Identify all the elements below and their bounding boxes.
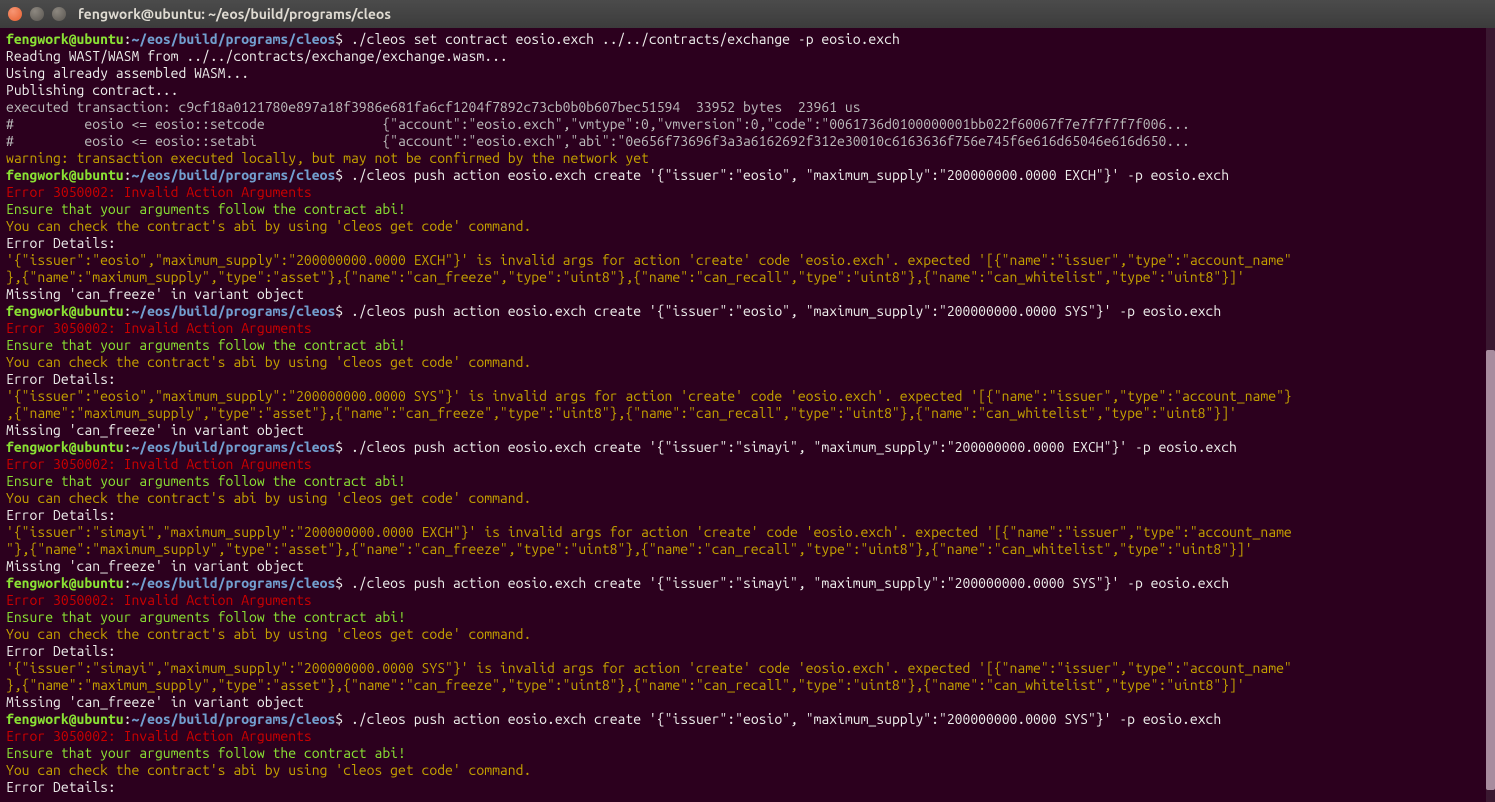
prompt-path: ~/eos/build/programs/cleos — [131, 31, 335, 47]
error-detail: Missing 'can_freeze' in variant object — [6, 286, 1489, 303]
command-4: ./cleos push action eosio.exch create '{… — [351, 439, 1237, 455]
prompt-user: fengwork@ubuntu — [6, 439, 124, 455]
prompt-dollar: $ — [335, 711, 351, 727]
hint-line: You can check the contract's abi by usin… — [6, 354, 1489, 371]
hint-line: Ensure that your arguments follow the co… — [6, 337, 1489, 354]
hint-line: Ensure that your arguments follow the co… — [6, 745, 1489, 762]
error-detail: ,{"name":"maximum_supply","type":"asset"… — [6, 405, 1489, 422]
error-details-heading: Error Details: — [6, 779, 1489, 796]
error-details-heading: Error Details: — [6, 235, 1489, 252]
prompt-user: fengwork@ubuntu — [6, 167, 124, 183]
window-title: fengwork@ubuntu: ~/eos/build/programs/cl… — [78, 6, 391, 23]
command-2: ./cleos push action eosio.exch create '{… — [351, 167, 1229, 183]
error-detail: '{"issuer":"simayi","maximum_supply":"20… — [6, 524, 1489, 541]
prompt-dollar: $ — [335, 167, 351, 183]
warning-line: warning: transaction executed locally, b… — [6, 150, 1489, 167]
prompt-user: fengwork@ubuntu — [6, 303, 124, 319]
prompt-user: fengwork@ubuntu — [6, 711, 124, 727]
command-5: ./cleos push action eosio.exch create '{… — [351, 575, 1229, 591]
hint-line: Ensure that your arguments follow the co… — [6, 609, 1489, 626]
error-details-heading: Error Details: — [6, 507, 1489, 524]
output-line: Reading WAST/WASM from ../../contracts/e… — [6, 48, 1489, 65]
error-detail: '{"issuer":"eosio","maximum_supply":"200… — [6, 252, 1489, 269]
hint-line: Ensure that your arguments follow the co… — [6, 473, 1489, 490]
command-3: ./cleos push action eosio.exch create '{… — [351, 303, 1221, 319]
prompt-dollar: $ — [335, 303, 351, 319]
error-line: Error 3050002: Invalid Action Arguments — [6, 456, 1489, 473]
window-titlebar: fengwork@ubuntu: ~/eos/build/programs/cl… — [0, 0, 1495, 28]
scrollbar-thumb[interactable] — [1486, 350, 1495, 790]
error-detail: Missing 'can_freeze' in variant object — [6, 558, 1489, 575]
minimize-icon[interactable] — [30, 7, 44, 21]
prompt-path: ~/eos/build/programs/cleos — [131, 439, 335, 455]
error-details-heading: Error Details: — [6, 643, 1489, 660]
prompt-dollar: $ — [335, 31, 351, 47]
prompt-path: ~/eos/build/programs/cleos — [131, 711, 335, 727]
error-line: Error 3050002: Invalid Action Arguments — [6, 184, 1489, 201]
prompt-path: ~/eos/build/programs/cleos — [131, 167, 335, 183]
error-line: Error 3050002: Invalid Action Arguments — [6, 728, 1489, 745]
prompt-dollar: $ — [335, 439, 351, 455]
output-line: # eosio <= eosio::setcode {"account":"eo… — [6, 116, 1489, 133]
output-line: executed transaction: c9cf18a0121780e897… — [6, 99, 1489, 116]
error-detail: },{"name":"maximum_supply","type":"asset… — [6, 677, 1489, 694]
output-line: Using already assembled WASM... — [6, 65, 1489, 82]
hint-line: You can check the contract's abi by usin… — [6, 626, 1489, 643]
hint-line: You can check the contract's abi by usin… — [6, 762, 1489, 779]
error-detail: },{"name":"maximum_supply","type":"asset… — [6, 269, 1489, 286]
error-detail: '{"issuer":"simayi","maximum_supply":"20… — [6, 660, 1489, 677]
command-6: ./cleos push action eosio.exch create '{… — [351, 711, 1221, 727]
hint-line: You can check the contract's abi by usin… — [6, 218, 1489, 235]
output-line: Publishing contract... — [6, 82, 1489, 99]
error-line: Error 3050002: Invalid Action Arguments — [6, 320, 1489, 337]
output-line: # eosio <= eosio::setabi {"account":"eos… — [6, 133, 1489, 150]
error-detail: Missing 'can_freeze' in variant object — [6, 422, 1489, 439]
maximize-icon[interactable] — [52, 7, 66, 21]
hint-line: Ensure that your arguments follow the co… — [6, 201, 1489, 218]
prompt-path: ~/eos/build/programs/cleos — [131, 303, 335, 319]
scrollbar-track[interactable] — [1486, 28, 1495, 802]
error-details-heading: Error Details: — [6, 371, 1489, 388]
close-icon[interactable] — [8, 7, 22, 21]
prompt-user: fengwork@ubuntu — [6, 575, 124, 591]
prompt-path: ~/eos/build/programs/cleos — [131, 575, 335, 591]
terminal-body[interactable]: fengwork@ubuntu:~/eos/build/programs/cle… — [0, 28, 1495, 802]
error-detail: '{"issuer":"eosio","maximum_supply":"200… — [6, 388, 1489, 405]
prompt-user: fengwork@ubuntu — [6, 31, 124, 47]
error-line: Error 3050002: Invalid Action Arguments — [6, 592, 1489, 609]
error-detail: Missing 'can_freeze' in variant object — [6, 694, 1489, 711]
hint-line: You can check the contract's abi by usin… — [6, 490, 1489, 507]
command-1: ./cleos set contract eosio.exch ../../co… — [351, 31, 900, 47]
error-detail: "},{"name":"maximum_supply","type":"asse… — [6, 541, 1489, 558]
prompt-dollar: $ — [335, 575, 351, 591]
